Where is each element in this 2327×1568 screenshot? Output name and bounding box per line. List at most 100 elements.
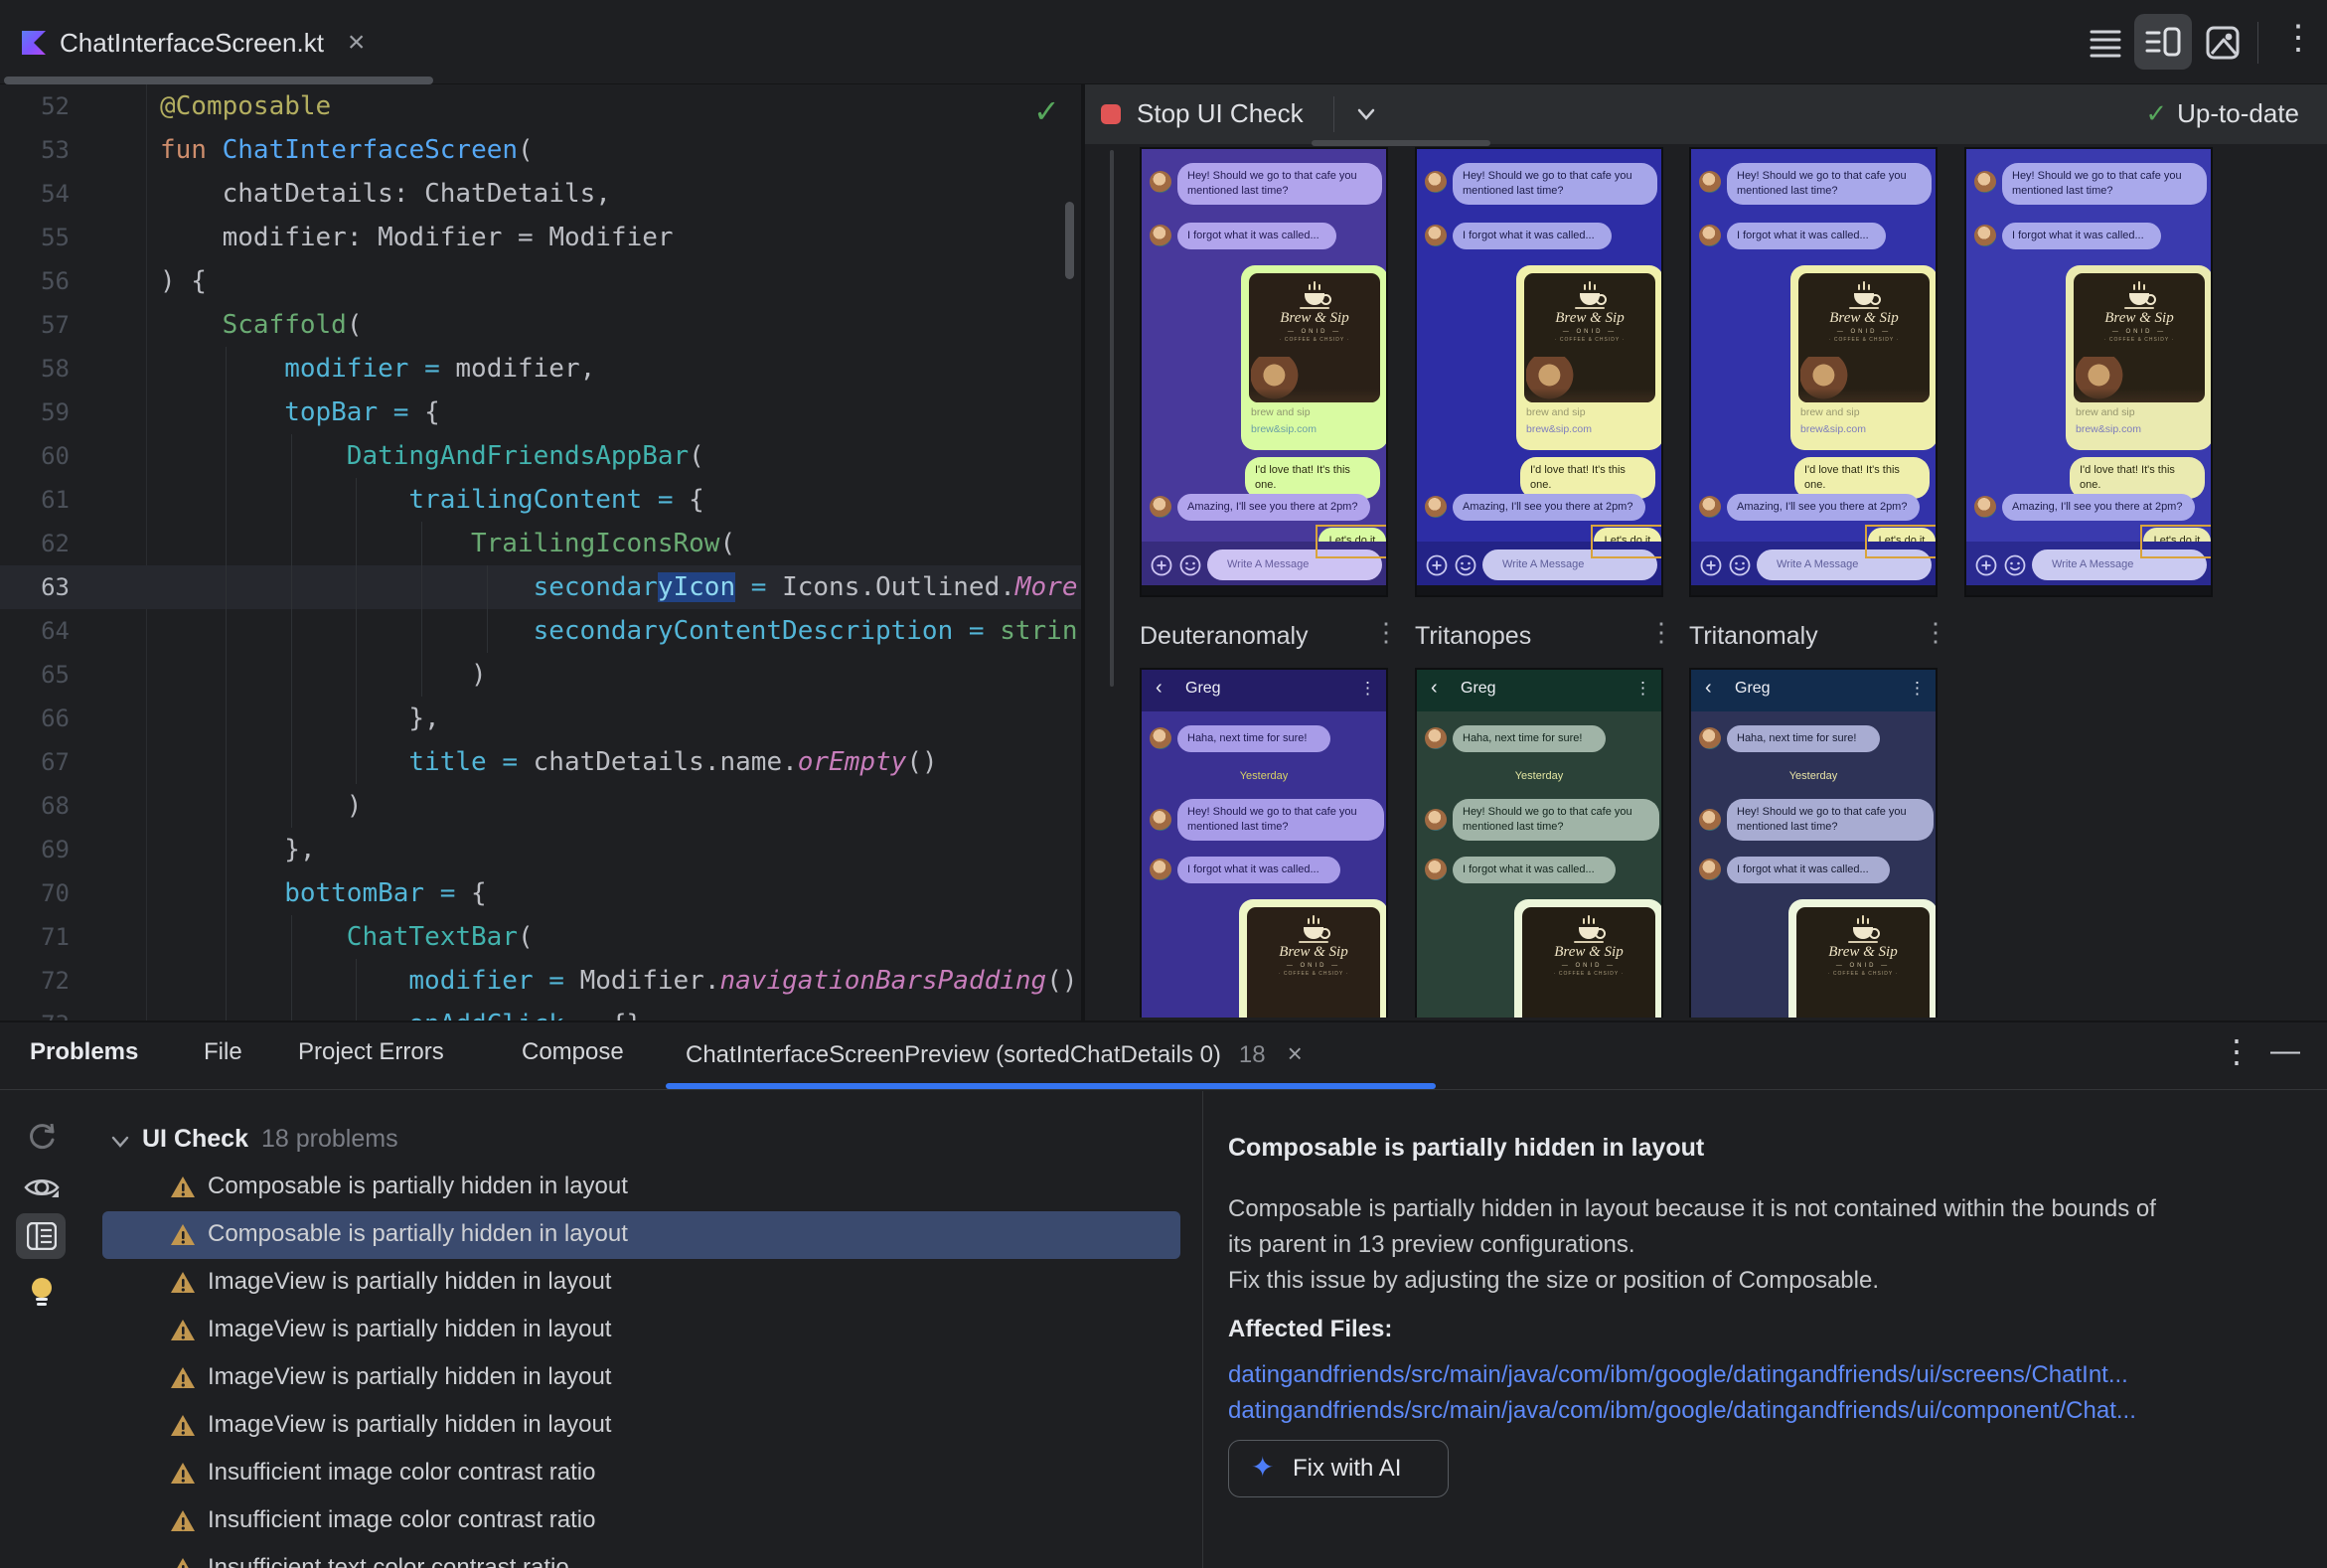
card-link[interactable]: brew&sip.com [1251, 423, 1317, 435]
preview-horizontal-scrollbar[interactable] [1312, 140, 1490, 146]
problem-text: ImageView is partially hidden in layout [208, 1316, 612, 1342]
add-attachment-icon[interactable] [1975, 554, 1997, 576]
tab-file[interactable]: File [204, 1038, 242, 1066]
incoming-message: I forgot what it was called... [1177, 223, 1336, 249]
tool-window-options-kebab-icon[interactable]: ⋮ [2221, 1032, 2252, 1070]
avatar [1974, 225, 1996, 246]
code-line[interactable]: 55 modifier: Modifier = Modifier [0, 216, 1081, 259]
code-line[interactable]: 52 @Composable [0, 84, 1081, 128]
tab-compose[interactable]: Compose [522, 1038, 624, 1066]
back-icon[interactable]: ‹ [1156, 677, 1163, 700]
code-line[interactable]: 58 modifier = modifier, [0, 347, 1081, 391]
lightbulb-icon[interactable] [22, 1273, 62, 1313]
code-line[interactable]: 53 fun ChatInterfaceScreen( [0, 128, 1081, 172]
phone-preview-row2-2[interactable]: ‹ Greg ⋮ Haha, next time for sure! Yesterday… [1415, 668, 1663, 1018]
phone-preview-1[interactable]: Hey! Should we go to that cafe you menti… [1140, 147, 1388, 597]
code-line[interactable]: 59 topBar = { [0, 391, 1081, 434]
tab-project-errors[interactable]: Project Errors [298, 1038, 444, 1066]
code-line[interactable]: 54 chatDetails: ChatDetails, [0, 172, 1081, 216]
code-editor[interactable]: 52 @Composable 53 fun ChatInterfaceScreen(5… [0, 84, 1081, 1020]
minimize-icon[interactable]: — [2270, 1034, 2300, 1068]
line-number: 53 [41, 136, 70, 164]
phone-preview-2[interactable]: Hey! Should we go to that cafe you menti… [1415, 147, 1663, 597]
add-attachment-icon[interactable] [1700, 554, 1722, 576]
collapse-chevron-icon[interactable] [108, 1130, 132, 1154]
problem-item[interactable]: Insufficient image color contrast ratio [102, 1497, 1180, 1545]
code-line[interactable]: 68) [0, 784, 1081, 828]
chat-menu-kebab-icon[interactable]: ⋮ [1634, 679, 1651, 699]
preview-config-kebab-icon[interactable]: ⋮ [1923, 617, 1948, 648]
chat-menu-kebab-icon[interactable]: ⋮ [1359, 679, 1376, 699]
fix-with-ai-button[interactable]: ✦ Fix with AI [1228, 1440, 1449, 1497]
code-line[interactable]: 64 secondaryContentDescription = strin [0, 609, 1081, 653]
chat-app-bar: ‹ Greg ⋮ [1417, 670, 1661, 711]
line-number: 54 [41, 180, 70, 208]
phone-preview-row2-1[interactable]: ‹ Greg ⋮ Haha, next time for sure! Yesterday… [1140, 668, 1388, 1018]
chevron-down-icon[interactable] [1355, 106, 1377, 122]
add-attachment-icon[interactable] [1426, 554, 1448, 576]
code-line[interactable]: 63 secondaryIcon = Icons.Outlined.More [0, 565, 1081, 609]
code-line[interactable]: 73 onAddClick = {} [0, 1003, 1081, 1020]
show-details-button[interactable] [16, 1213, 66, 1259]
back-icon[interactable]: ‹ [1431, 677, 1438, 700]
card-link[interactable]: brew&sip.com [1800, 423, 1866, 435]
tab-close-icon[interactable]: × [1288, 1038, 1303, 1068]
editor-vertical-scrollbar[interactable] [1065, 202, 1074, 279]
code-line[interactable]: 60 DatingAndFriendsAppBar( [0, 434, 1081, 478]
add-attachment-icon[interactable] [1151, 554, 1172, 576]
rerun-check-icon[interactable] [22, 1118, 62, 1158]
code-text: modifier = Modifier.navigationBarsPaddin… [160, 959, 1077, 1003]
code-line[interactable]: 70 bottomBar = { [0, 871, 1081, 915]
emoji-icon[interactable] [1179, 554, 1201, 576]
indent-guide [226, 347, 227, 1020]
phone-preview-4[interactable]: Hey! Should we go to that cafe you menti… [1964, 147, 2213, 597]
tab-close-icon[interactable]: × [348, 28, 366, 58]
preview-config-kebab-icon[interactable]: ⋮ [1373, 617, 1399, 648]
problem-item[interactable]: Insufficient text color contrast ratio [102, 1545, 1180, 1568]
code-line[interactable]: 71 ChatTextBar( [0, 915, 1081, 959]
card-link[interactable]: brew&sip.com [2076, 423, 2141, 435]
code-line[interactable]: 62 TrailingIconsRow( [0, 522, 1081, 565]
code-line[interactable]: 65) [0, 653, 1081, 697]
editor-options-kebab-icon[interactable]: ⋮ [2281, 18, 2315, 58]
card-link[interactable]: brew&sip.com [1526, 423, 1592, 435]
tab-chatinterfacescreen[interactable]: ChatInterfaceScreen.kt × [8, 14, 379, 72]
tab-problems[interactable]: Problems [30, 1038, 138, 1066]
phone-preview-3[interactable]: Hey! Should we go to that cafe you menti… [1689, 147, 1938, 597]
warning-icon [171, 1510, 195, 1531]
problem-item[interactable]: Insufficient image color contrast ratio [102, 1450, 1180, 1497]
problem-item[interactable]: ImageView is partially hidden in layout [102, 1354, 1180, 1402]
emoji-icon[interactable] [2004, 554, 2026, 576]
problem-item[interactable]: ImageView is partially hidden in layout [102, 1259, 1180, 1307]
problem-item[interactable]: ImageView is partially hidden in layout [102, 1402, 1180, 1450]
phone-preview-row2-3[interactable]: ‹ Greg ⋮ Haha, next time for sure! Yesterday… [1689, 668, 1938, 1018]
problem-item[interactable]: Composable is partially hidden in layout [102, 1164, 1180, 1211]
tab-preview-problems[interactable]: ChatInterfaceScreenPreview (sortedChatDe… [686, 1038, 1303, 1069]
code-line[interactable]: 61 trailingContent = { [0, 478, 1081, 522]
code-line[interactable]: 56) { [0, 259, 1081, 303]
emoji-icon[interactable] [1455, 554, 1476, 576]
preview-vertical-scrollbar[interactable] [1110, 150, 1114, 687]
split-view-button[interactable] [2134, 14, 2192, 70]
token-pl: ( [689, 441, 704, 471]
avatar [1425, 225, 1447, 246]
code-line[interactable]: 72 modifier = Modifier.navigationBarsPadd… [0, 959, 1081, 1003]
chat-menu-kebab-icon[interactable]: ⋮ [1909, 679, 1926, 699]
preview-view-icon[interactable] [2204, 24, 2242, 62]
inspections-ok-icon[interactable]: ✓ [1033, 92, 1060, 130]
preview-config-kebab-icon[interactable]: ⋮ [1648, 617, 1674, 648]
code-line[interactable]: 57 Scaffold( [0, 303, 1081, 347]
code-view-icon[interactable] [2087, 24, 2124, 62]
affected-file-link[interactable]: datingandfriends/src/main/java/com/ibm/g… [1228, 1397, 2136, 1425]
view-options-eye-icon[interactable] [22, 1168, 62, 1207]
code-line[interactable]: 66}, [0, 697, 1081, 740]
emoji-icon[interactable] [1729, 554, 1751, 576]
code-line[interactable]: 67 title = chatDetails.name.orEmpty() [0, 740, 1081, 784]
problem-item[interactable]: ImageView is partially hidden in layout [102, 1307, 1180, 1354]
back-icon[interactable]: ‹ [1705, 677, 1712, 700]
affected-file-link[interactable]: datingandfriends/src/main/java/com/ibm/g… [1228, 1361, 2128, 1389]
stop-ui-check-button[interactable]: Stop UI Check [1137, 98, 1304, 129]
problem-item[interactable]: Composable is partially hidden in layout [102, 1211, 1180, 1259]
code-line[interactable]: 69}, [0, 828, 1081, 871]
outgoing-message: I'd love that! It's this one. [2070, 457, 2205, 499]
